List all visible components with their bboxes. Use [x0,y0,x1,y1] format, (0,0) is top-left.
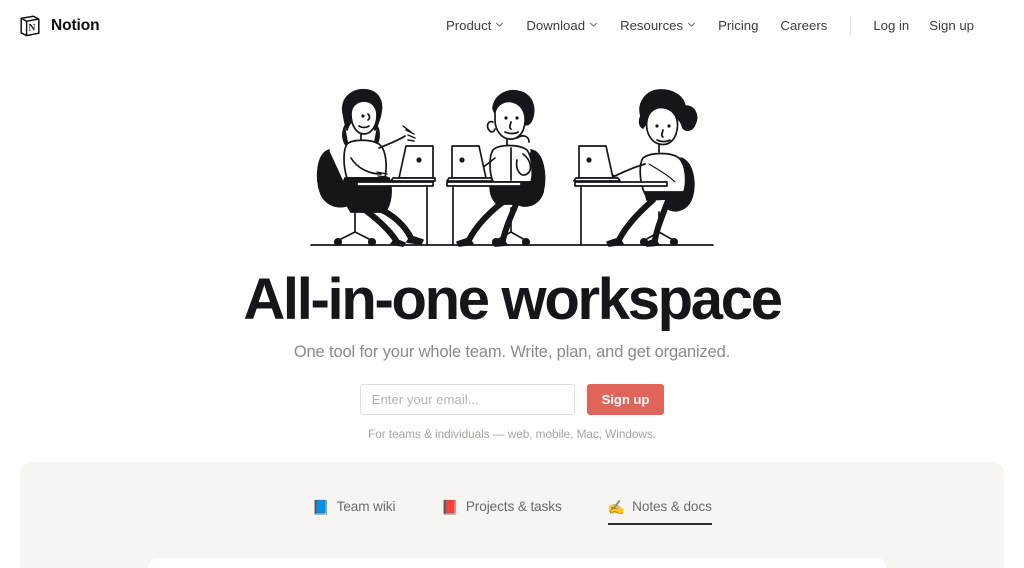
nav-item-resources-label: Resources [620,18,684,34]
nav-item-pricing[interactable]: Pricing [707,13,769,38]
nav-right-group: Product Download Resources Pricing Caree… [435,0,984,52]
svg-text:N: N [28,24,35,34]
tab-projects-tasks-label: Projects & tasks [465,499,562,515]
nav-item-careers-label: Careers [780,18,828,34]
tab-team-wiki-label: Team wiki [336,499,396,515]
brand-name-label: Notion [51,17,100,35]
signup-submit-button[interactable]: Sign up [586,384,665,416]
feature-tabs: 📘 Team wiki 📕 Projects & tasks ✍️ Notes … [20,462,1004,525]
email-signup-form: Sign up [359,384,665,416]
auth-links-group: Log in Sign up [863,13,984,38]
nav-item-careers[interactable]: Careers [769,13,838,38]
tab-notes-docs[interactable]: ✍️ Notes & docs [607,499,712,525]
nav-item-product-label: Product [445,18,492,34]
tab-team-wiki[interactable]: 📘 Team wiki [312,500,395,525]
nav-item-product[interactable]: Product [435,13,515,38]
tab-notes-docs-label: Notes & docs [632,499,712,515]
login-link[interactable]: Log in [863,13,919,38]
form-helper-note: For teams & individuals — web, mobile, M… [368,427,656,442]
chevron-down-icon [495,20,504,29]
closed-book-emoji: 📕 [441,499,459,515]
nav-item-download-label: Download [526,18,586,34]
chevron-down-icon [687,20,696,29]
tab-projects-tasks[interactable]: 📕 Projects & tasks [441,500,561,525]
top-navigation-bar: N Notion Product Download Resources Pric… [0,0,1024,52]
email-input[interactable] [359,384,575,416]
feature-panel: 📘 Team wiki 📕 Projects & tasks ✍️ Notes … [20,462,1004,568]
writing-hand-emoji: ✍️ [607,499,626,515]
nav-item-pricing-label: Pricing [718,18,759,34]
nav-item-resources[interactable]: Resources [609,13,707,38]
three-people-at-desks-with-laptops-illustration [310,88,714,247]
signup-link[interactable]: Sign up [919,13,984,38]
notion-cube-logo-icon: N [20,15,40,37]
nav-item-download[interactable]: Download [515,13,609,38]
nav-divider [850,16,852,36]
feature-preview-card [148,558,886,568]
chevron-down-icon [589,20,598,29]
brand-logo-link[interactable]: N Notion [18,14,100,38]
page-title: All-in-one workspace [243,267,783,332]
hero-subtitle: One tool for your whole team. Write, pla… [293,343,731,362]
hero-section: All-in-one workspace One tool for your w… [0,52,1024,462]
blue-book-emoji: 📘 [312,499,330,515]
primary-nav-links: Product Download Resources Pricing Caree… [435,13,838,38]
